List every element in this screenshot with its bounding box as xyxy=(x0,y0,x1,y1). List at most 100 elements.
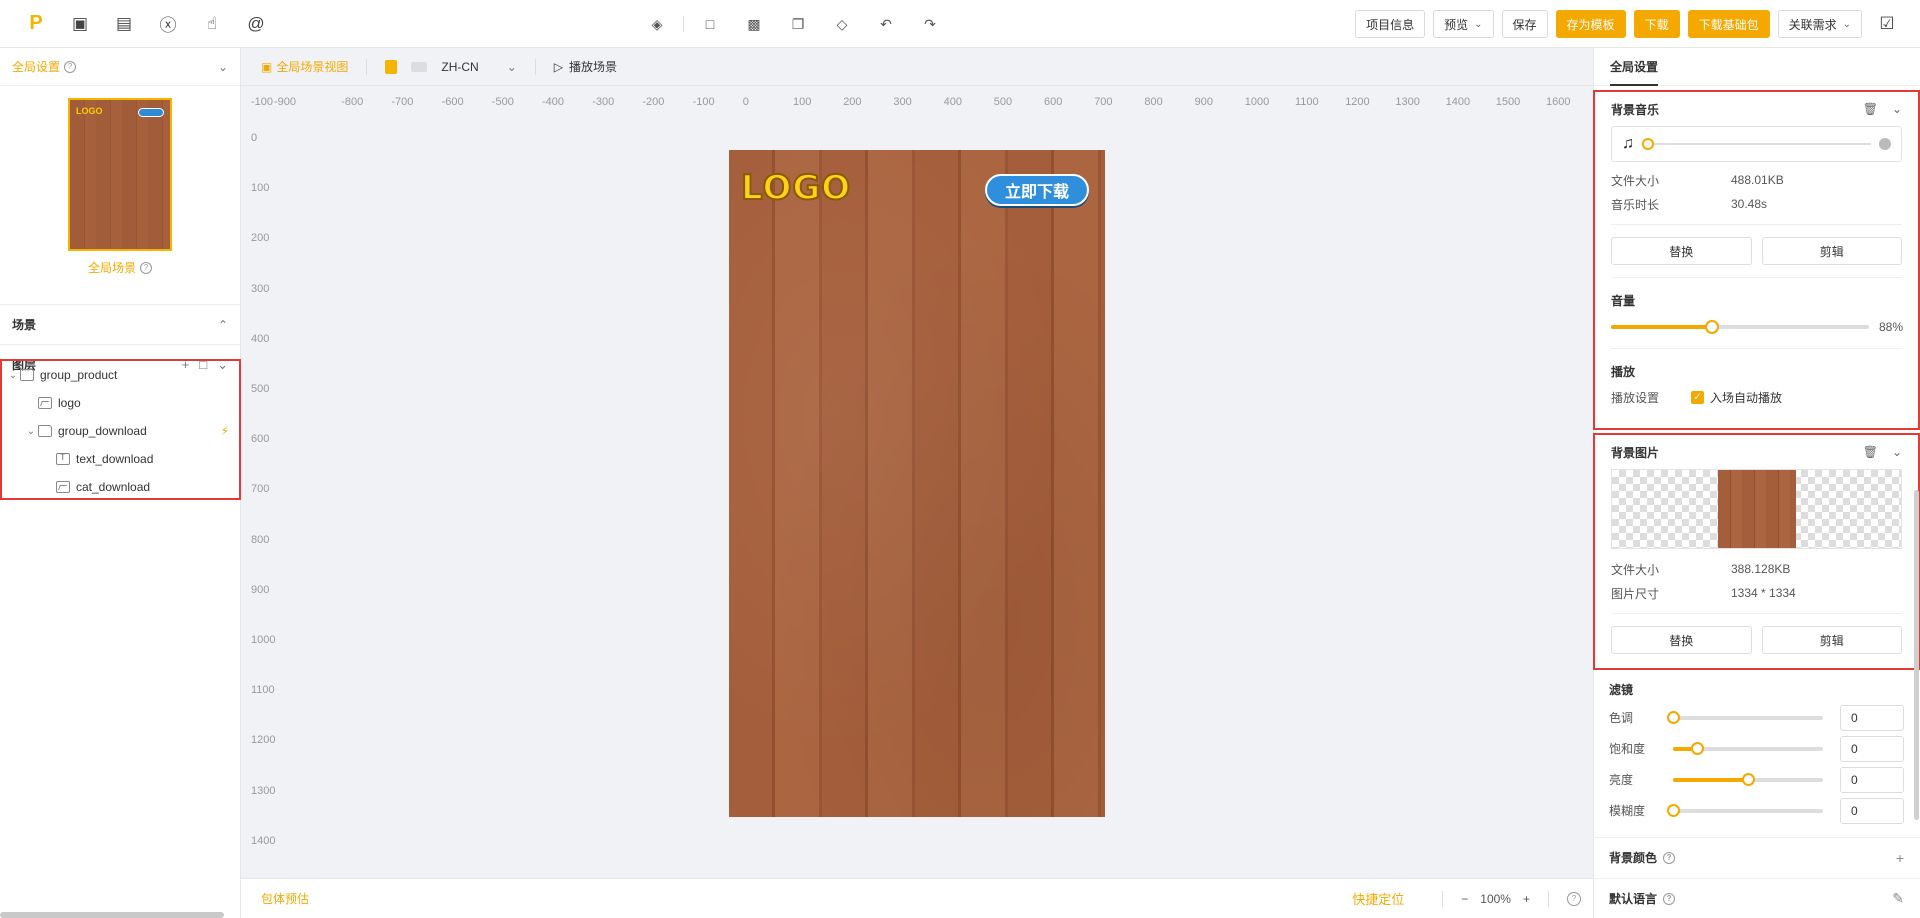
music-actions: 替换 剪辑 xyxy=(1611,233,1902,269)
help-icon[interactable]: ? xyxy=(1663,851,1676,864)
zoom-out-icon[interactable]: − xyxy=(1461,892,1468,906)
audio-progress-knob[interactable] xyxy=(1642,138,1654,150)
layers-icon[interactable]: ◈ xyxy=(635,0,679,48)
lightning-icon[interactable]: ⚡ xyxy=(221,424,229,438)
bg-image-preview[interactable] xyxy=(1611,469,1902,549)
trash-icon[interactable]: 🗑 xyxy=(1863,102,1878,116)
text-icon[interactable]: ⓧ xyxy=(146,0,190,48)
layer-row[interactable]: ⌄ group_download ⚡ xyxy=(2,417,239,445)
chevron-down-icon[interactable]: ⌄ xyxy=(24,426,38,437)
layout-icon[interactable]: ▤ xyxy=(102,0,146,48)
filter-value-input[interactable]: 0 xyxy=(1840,797,1904,824)
folder-icon[interactable]: □ xyxy=(688,0,732,48)
scene-thumbnail[interactable]: LOGO xyxy=(68,98,172,251)
global-settings-header[interactable]: 全局设置? ⌄ xyxy=(0,48,240,86)
quick-locate-link[interactable]: 快捷定位 xyxy=(1352,889,1404,908)
volume-slider[interactable] xyxy=(1611,320,1869,334)
tab-global-settings[interactable]: 全局设置 xyxy=(1610,48,1659,86)
inbox-icon[interactable]: ▣ xyxy=(58,0,102,48)
filter-label: 饱和度 xyxy=(1609,742,1646,756)
checklist-icon[interactable]: ☑ xyxy=(1870,0,1904,48)
filter-value-input[interactable]: 0 xyxy=(1840,766,1904,793)
logo-element[interactable]: LOGO xyxy=(740,167,851,209)
filter-knob[interactable] xyxy=(1742,772,1755,786)
eraser-icon[interactable]: ◇ xyxy=(820,0,864,48)
chevron-down-icon[interactable]: ⌄ xyxy=(1892,445,1902,459)
volume-knob[interactable] xyxy=(1704,320,1719,334)
scene-canvas[interactable]: LOGO 立即下载 xyxy=(729,150,1105,817)
music-replace-button[interactable]: 替换 xyxy=(1611,237,1752,265)
layer-row[interactable]: ⌄ group_product xyxy=(2,361,239,389)
filter-value-input[interactable]: 0 xyxy=(1840,704,1904,731)
chevron-down-icon[interactable]: ⌄ xyxy=(6,370,20,381)
filter-knob[interactable] xyxy=(1667,803,1680,817)
add-icon[interactable]: + xyxy=(1896,850,1904,866)
package-estimate-link[interactable]: 包体预估 xyxy=(261,890,309,907)
hand-pointer-icon[interactable]: ☝ xyxy=(190,0,234,48)
filter-label: 色调 xyxy=(1609,711,1634,725)
default-language-row: 默认语言 ? ✎ xyxy=(1593,878,1920,918)
music-file-size-value: 488.01KB xyxy=(1731,173,1784,187)
ruler-tick-label: 300 xyxy=(251,282,270,295)
theme-swatch-yellow[interactable] xyxy=(385,59,398,74)
audio-end-icon[interactable] xyxy=(1879,138,1891,150)
save-button[interactable]: 保存 xyxy=(1501,10,1548,38)
filter-slider[interactable] xyxy=(1673,741,1823,755)
theme-swatch-gray[interactable] xyxy=(411,61,428,72)
related-requirements-dropdown[interactable]: 关联需求 ⌄ xyxy=(1777,10,1862,38)
layer-row[interactable]: logo xyxy=(2,389,239,417)
autoplay-label: 入场自动播放 xyxy=(1710,390,1783,405)
layer-row[interactable]: text_download xyxy=(2,445,239,473)
scene-section[interactable]: 场景 ⌃ xyxy=(0,304,240,344)
download-cta-element[interactable]: 立即下载 xyxy=(985,174,1089,206)
right-tabbar: 全局设置 xyxy=(1594,48,1920,86)
trash-icon[interactable]: 🗑 xyxy=(1863,445,1878,459)
folder-open-icon[interactable]: ▩ xyxy=(732,0,776,48)
divider xyxy=(1611,613,1902,614)
layer-row[interactable]: cat_download xyxy=(2,473,239,501)
global-scene-view-tab[interactable]: ▣ 全局场景视图 xyxy=(261,58,348,75)
redo-icon[interactable]: ↷ xyxy=(908,0,952,48)
ruler-tick-label: 200 xyxy=(251,232,270,245)
canvas-statusbar: 包体预估 快捷定位 − 100% + ? xyxy=(241,878,1593,918)
at-icon[interactable]: @ xyxy=(234,0,278,48)
filter-slider[interactable] xyxy=(1667,710,1823,724)
copy-icon[interactable]: ❐ xyxy=(776,0,820,48)
ruler-tick-label: 1300 xyxy=(251,784,276,797)
zoom-in-icon[interactable]: + xyxy=(1523,892,1530,906)
chevron-up-icon[interactable]: ⌃ xyxy=(218,318,228,332)
help-icon[interactable]: ? xyxy=(64,60,77,73)
help-icon[interactable]: ? xyxy=(1567,891,1581,906)
chevron-down-icon[interactable]: ⌄ xyxy=(218,60,228,74)
language-value: ZH-CN xyxy=(441,59,479,74)
autoplay-checkbox[interactable]: ✓ xyxy=(1691,390,1704,404)
app-logo-icon[interactable]: P xyxy=(14,0,58,48)
filter-slider[interactable] xyxy=(1673,772,1823,786)
play-scene-button[interactable]: ▷ 播放场景 xyxy=(554,58,617,75)
help-icon[interactable]: ? xyxy=(140,261,152,274)
download-button[interactable]: 下载 xyxy=(1633,10,1680,38)
project-info-button[interactable]: 项目信息 xyxy=(1355,10,1426,38)
language-select[interactable]: ZH-CN ⌄ xyxy=(441,60,516,74)
filter-value-input[interactable]: 0 xyxy=(1840,735,1904,762)
left-panel-scrollbar[interactable] xyxy=(0,912,224,918)
help-icon[interactable]: ? xyxy=(1663,892,1676,905)
image-replace-button[interactable]: 替换 xyxy=(1611,626,1752,654)
statusbar-divider xyxy=(1548,890,1549,907)
filter-knob[interactable] xyxy=(1667,710,1680,724)
right-panel-scrollbar[interactable] xyxy=(1914,490,1919,820)
divider xyxy=(1611,277,1902,278)
play-scene-label: 播放场景 xyxy=(568,60,617,74)
filter-knob[interactable] xyxy=(1691,741,1704,755)
music-edit-button[interactable]: 剪辑 xyxy=(1761,237,1902,265)
edit-pencil-icon[interactable]: ✎ xyxy=(1892,890,1904,907)
save-template-button[interactable]: 存为模板 xyxy=(1555,10,1626,38)
download-base-button[interactable]: 下载基础包 xyxy=(1687,10,1770,38)
ruler-tick-label: 700 xyxy=(1094,96,1113,108)
chevron-down-icon[interactable]: ⌄ xyxy=(1892,102,1902,116)
image-edit-button[interactable]: 剪辑 xyxy=(1761,626,1902,654)
undo-icon[interactable]: ↶ xyxy=(864,0,908,48)
audio-progress-track[interactable] xyxy=(1642,138,1871,150)
filter-slider[interactable] xyxy=(1667,803,1823,817)
preview-dropdown[interactable]: 预览 ⌄ xyxy=(1433,10,1494,38)
